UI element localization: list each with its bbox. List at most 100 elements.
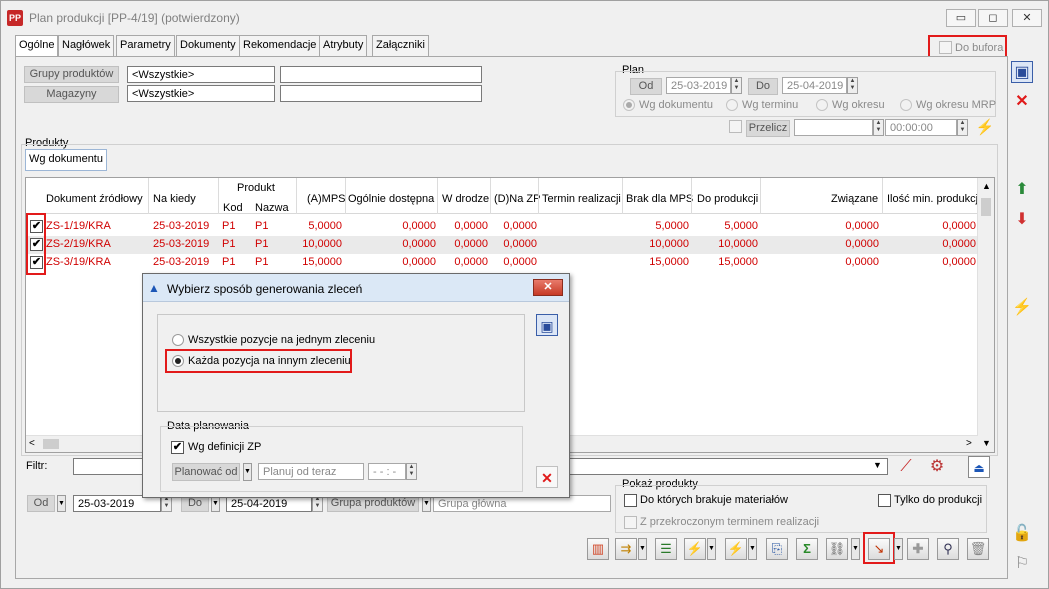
move-up-icon[interactable]: ⬆ <box>1011 179 1033 201</box>
filter-settings-icon[interactable]: ⚙ <box>926 456 948 478</box>
link-dropdown[interactable]: ▼ <box>851 538 860 560</box>
col-nazwa[interactable]: Nazwa <box>255 202 289 214</box>
lightning-orange-icon[interactable]: ⚡ <box>684 538 706 560</box>
col-kod[interactable]: Kod <box>223 202 243 214</box>
tab-naglowek[interactable]: Nagłówek <box>58 35 115 57</box>
plan-od-button[interactable]: Od <box>630 78 662 95</box>
tab-zalaczniki[interactable]: Załączniki <box>372 35 429 57</box>
trash-icon[interactable]: 🗑 <box>967 538 989 560</box>
col-termin-realizacji[interactable]: Termin realizacji <box>542 193 621 205</box>
plan-do-button[interactable]: Do <box>748 78 778 95</box>
lightning-blue-icon[interactable]: ⚡ <box>1011 297 1033 319</box>
grid-vertical-scrollbar[interactable]: ▲ ▼ <box>977 178 994 452</box>
bottom-od-button[interactable]: Od <box>27 495 55 512</box>
col-zwiazane[interactable]: Związane <box>831 193 878 205</box>
radio-wg-terminu[interactable] <box>726 99 738 111</box>
filtr-dropdown-icon[interactable]: ▼ <box>873 460 882 470</box>
col-brak-dla-mps[interactable]: Brak dla MPS <box>626 193 693 205</box>
scroll-thumb[interactable] <box>43 439 59 449</box>
move-down-icon[interactable]: ⬇ <box>1011 209 1033 231</box>
col-ilosc-min-produkcji[interactable]: Ilość min. produkcji <box>887 193 977 205</box>
wg-definicji-zp-checkbox[interactable]: ✔ <box>171 441 184 454</box>
scroll-thumb[interactable] <box>981 198 991 216</box>
table-row[interactable]: ✔ ZS-1/19/KRA 25-03-2019 P1 P1 5,0000 0,… <box>26 218 978 236</box>
generate-icon[interactable]: ⇉ <box>615 538 637 560</box>
grupy-produktow-button[interactable]: Grupy produktów <box>24 66 119 83</box>
plan-od-spinner[interactable]: ▲ ▼ <box>731 77 742 94</box>
bottom-od-dropdown[interactable]: ▼ <box>57 495 66 512</box>
col-na-kiedy[interactable]: Na kiedy <box>153 193 196 205</box>
col-dokument-zrodlowy[interactable]: Dokument źródłowy <box>46 193 143 205</box>
dialog-cancel-icon[interactable]: ✕ <box>536 466 558 488</box>
generate-orders-icon[interactable]: ↘ <box>868 538 890 560</box>
col-w-drodze[interactable]: W drodze <box>442 193 489 205</box>
lock-icon[interactable]: 🔓 <box>1011 523 1033 545</box>
maximize-button[interactable]: ◻ <box>978 9 1008 27</box>
przelicz-date-field[interactable] <box>794 119 873 136</box>
brakuje-materialow-checkbox[interactable] <box>624 494 637 507</box>
tab-atrybuty[interactable]: Atrybuty <box>319 35 368 57</box>
col-do-produkcji[interactable]: Do produkcji <box>697 193 758 205</box>
table-row[interactable]: ✔ ZS-2/19/KRA 25-03-2019 P1 P1 10,0000 0… <box>26 236 978 254</box>
link-icon[interactable]: ⛓ <box>826 538 848 560</box>
dialog-time-field[interactable]: - - : - <box>368 463 406 480</box>
magazyny-field[interactable]: <Wszystkie> <box>127 85 275 102</box>
radio-all-positions[interactable] <box>172 334 184 346</box>
przelicz-button[interactable]: Przelicz <box>746 120 790 137</box>
scroll-right-icon[interactable]: > <box>966 438 972 449</box>
plan-od-field[interactable]: 25-03-2019 <box>666 77 731 94</box>
tylko-do-produkcji-checkbox[interactable] <box>878 494 891 507</box>
do-bufora-checkbox[interactable] <box>939 41 952 54</box>
sum-icon[interactable]: Σ <box>796 538 818 560</box>
grupy-produktow-extra-field[interactable] <box>280 66 482 83</box>
cancel-icon[interactable]: ✕ <box>1011 91 1033 113</box>
lightning-green-dropdown[interactable]: ▼ <box>748 538 757 560</box>
chart-icon[interactable]: ▥ <box>587 538 609 560</box>
col-ogolnie-dostepna[interactable]: Ogólnie dostępna <box>348 193 434 205</box>
close-button[interactable]: ✕ <box>1012 9 1042 27</box>
przelicz-date-spinner[interactable]: ▲ ▼ <box>873 119 884 136</box>
plan-do-field[interactable]: 25-04-2019 <box>782 77 847 94</box>
col-amps[interactable]: (A)MPS <box>307 193 346 205</box>
przelicz-checkbox[interactable] <box>729 120 742 133</box>
dialog-time-spinner[interactable]: ▲ ▼ <box>406 463 417 480</box>
lightning-orange-dropdown[interactable]: ▼ <box>707 538 716 560</box>
magazyny-button[interactable]: Magazyny <box>24 86 119 103</box>
tab-rekomendacje[interactable]: Rekomendacje <box>239 35 321 57</box>
table-row[interactable]: ✔ ZS-3/19/KRA 25-03-2019 P1 P1 15,0000 0… <box>26 254 978 272</box>
planowac-od-dropdown[interactable]: ▼ <box>243 463 252 481</box>
scroll-down-icon[interactable]: ▼ <box>982 438 991 448</box>
plan-do-spinner[interactable]: ▲ ▼ <box>847 77 858 94</box>
search-icon[interactable]: ⚲ <box>937 538 959 560</box>
magazyny-extra-field[interactable] <box>280 85 482 102</box>
minimize-button[interactable]: ▭ <box>946 9 976 27</box>
tab-parametry[interactable]: Parametry <box>116 35 175 57</box>
scroll-left-icon[interactable]: < <box>29 438 35 449</box>
time-field[interactable]: 00:00:00 <box>885 119 957 136</box>
radio-each-position[interactable] <box>172 355 184 367</box>
lightning-green-icon[interactable]: ⚡ <box>725 538 747 560</box>
planuj-od-teraz-field[interactable]: Planuj od teraz <box>258 463 364 480</box>
tab-dokumenty[interactable]: Dokumenty <box>176 35 240 57</box>
add-icon[interactable]: ✚ <box>907 538 929 560</box>
radio-wg-okresu-mrp[interactable] <box>900 99 912 111</box>
time-spinner[interactable]: ▲ ▼ <box>957 119 968 136</box>
grupy-produktow-field[interactable]: <Wszystkie> <box>127 66 275 83</box>
radio-wg-dokumentu[interactable] <box>623 99 635 111</box>
generate-dropdown[interactable]: ▼ <box>638 538 647 560</box>
przekroczony-termin-checkbox[interactable] <box>624 516 637 529</box>
scroll-up-icon[interactable]: ▲ <box>982 181 991 191</box>
col-dna-zp[interactable]: (D)Na ZP <box>494 193 540 205</box>
pin-icon[interactable]: ⚐ <box>1011 553 1033 575</box>
document-export-icon[interactable]: ⎘ <box>766 538 788 560</box>
lightning-help-icon[interactable]: ⚡ <box>974 117 996 139</box>
tab-wg-dokumentu[interactable]: Wg dokumentu <box>25 149 107 171</box>
tab-ogolne[interactable]: Ogólne <box>15 35 59 58</box>
dialog-save-icon[interactable]: ▣ <box>536 314 558 336</box>
filter-apply-icon[interactable]: ⏏ <box>968 456 990 478</box>
list-icon[interactable]: ☰ <box>655 538 677 560</box>
planowac-od-button[interactable]: Planować od <box>172 463 240 481</box>
dialog-close-button[interactable]: ✕ <box>533 279 563 296</box>
radio-wg-okresu[interactable] <box>816 99 828 111</box>
clear-filter-icon[interactable]: ⟋ <box>895 456 917 478</box>
